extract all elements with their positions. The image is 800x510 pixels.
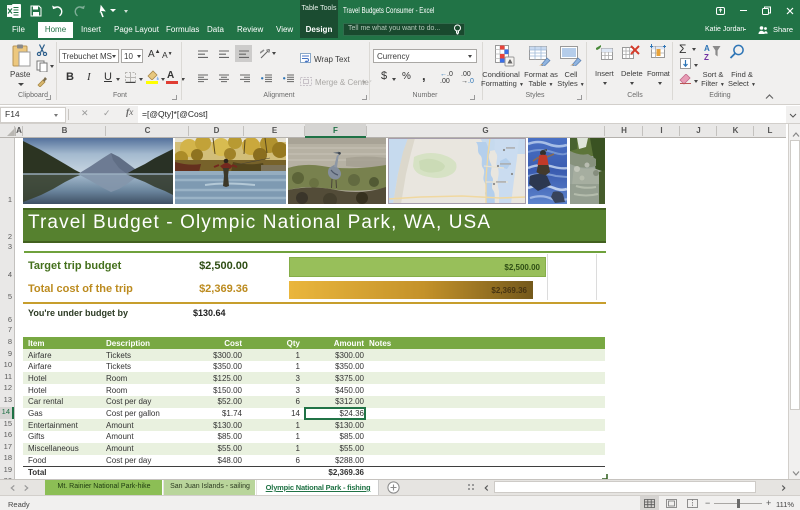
svg-text:Z: Z: [704, 53, 709, 61]
svg-text:A: A: [704, 44, 710, 53]
